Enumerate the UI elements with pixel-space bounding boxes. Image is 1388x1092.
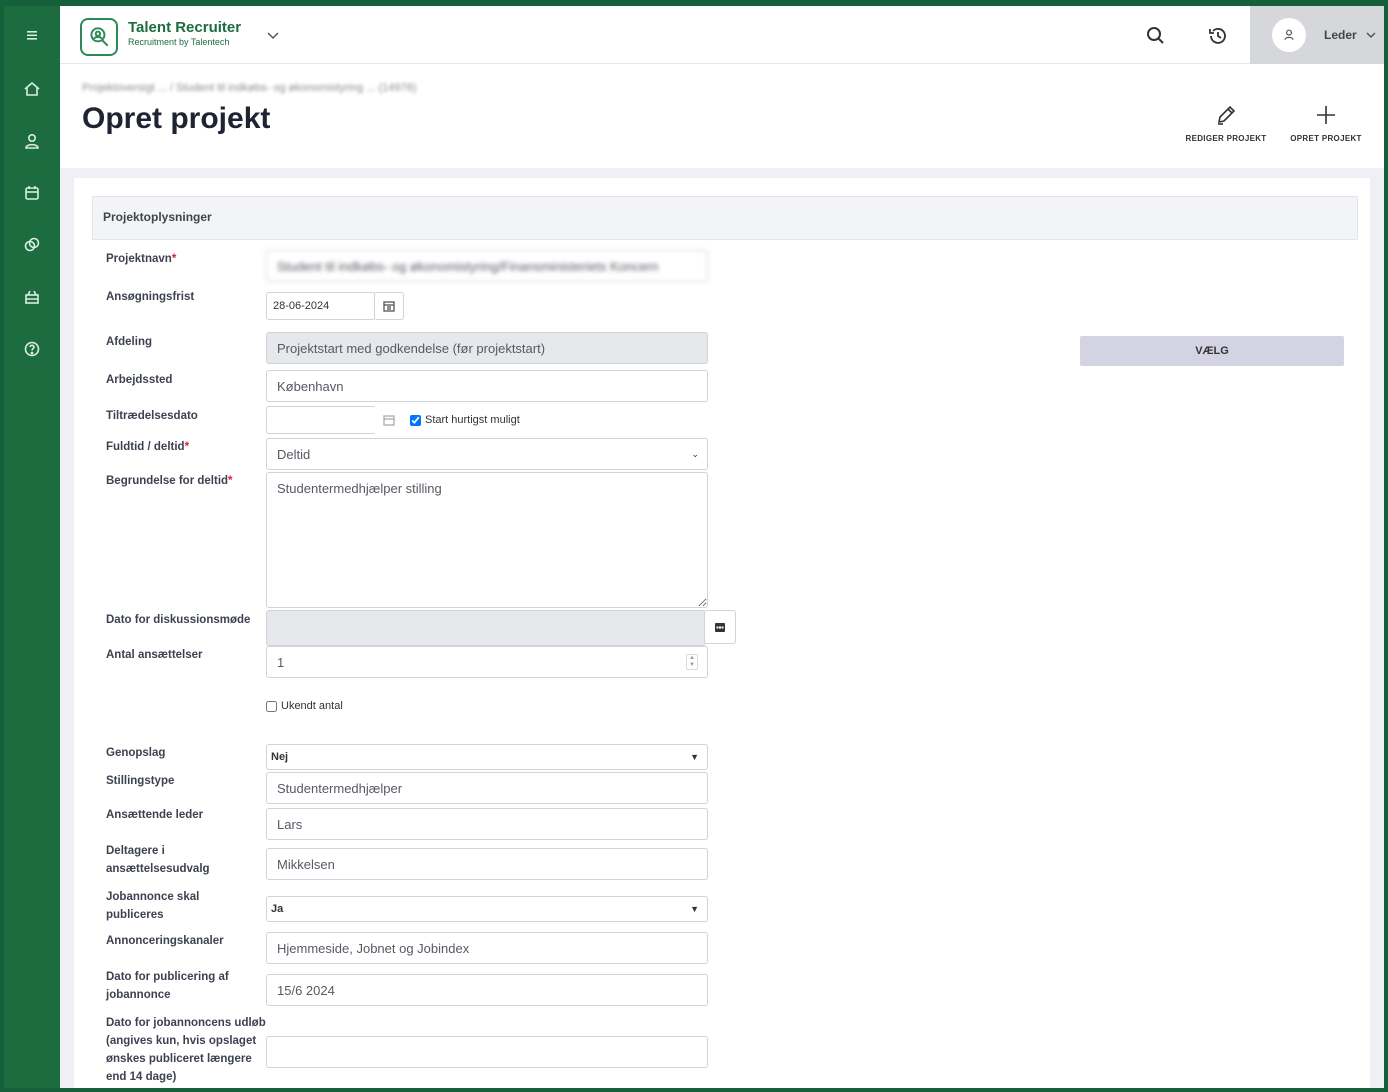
deadline-label: Ansøgningsfrist (106, 291, 195, 303)
user-icon[interactable] (4, 116, 60, 166)
chevron-down-icon (1366, 32, 1376, 39)
caret-down-icon: ▼ (690, 752, 699, 762)
history-icon[interactable] (1206, 24, 1230, 48)
time-type-value: Deltid (277, 446, 311, 462)
brand-name: Talent Recruiter (128, 19, 242, 36)
content-area: Projektoplysninger Projektnavn* Ansøgnin… (60, 168, 1384, 1088)
edit-project-label: REDIGER PROJEKT (1185, 134, 1267, 143)
workplace-input[interactable] (266, 370, 708, 402)
part-time-reason-textarea[interactable]: Studentermedhjælper stilling (266, 472, 708, 608)
hires-field-wrapper: ▲▼ (266, 646, 708, 678)
part-time-reason-label: Begrundelse for deltid* (106, 475, 233, 487)
sidebar (4, 6, 60, 1088)
publish-ad-label: Jobannonce skal publiceres (106, 891, 200, 921)
spinner-up-icon[interactable]: ▲ (689, 655, 695, 662)
repost-label: Genopslag (106, 747, 166, 759)
choose-department-button[interactable]: VÆLG (1080, 336, 1344, 366)
start-date-calendar-button[interactable] (374, 406, 404, 434)
app-main: Talent Recruiter Recruitment by Talentec… (60, 6, 1384, 1088)
meeting-date-calendar-button[interactable] (704, 610, 736, 644)
publish-date-label: Dato for publicering af jobannonce (106, 971, 229, 1001)
time-type-label: Fuldtid / deltid* (106, 441, 190, 453)
pencil-icon (1217, 105, 1236, 125)
expiry-date-input[interactable] (266, 1036, 708, 1068)
top-bar: Talent Recruiter Recruitment by Talentec… (60, 6, 1384, 64)
meeting-date-label: Dato for diskussionsmøde (106, 614, 251, 626)
edit-project-button[interactable]: REDIGER PROJEKT (1178, 102, 1274, 143)
calendar-icon (383, 415, 395, 426)
menu-icon[interactable] (4, 10, 60, 60)
start-asap-label: Start hurtigst muligt (425, 414, 520, 426)
avatar[interactable] (1272, 18, 1306, 52)
publish-ad-value: Ja (271, 903, 284, 915)
start-asap-checkbox[interactable] (410, 414, 421, 426)
project-name-input[interactable] (266, 250, 708, 282)
repost-value: Nej (271, 751, 289, 763)
hiring-manager-label: Ansættende leder (106, 809, 204, 821)
caret-down-icon: ▼ (690, 904, 699, 914)
expiry-date-label: Dato for jobannoncens udløb (angives kun… (106, 1017, 266, 1083)
unknown-count-label: Ukendt antal (281, 700, 343, 712)
committee-label: Deltagere i ansættelsesudvalg (106, 845, 210, 875)
spinner-down-icon[interactable]: ▼ (689, 662, 695, 669)
department-label: Afdeling (106, 336, 152, 348)
deadline-calendar-button[interactable] (374, 292, 404, 320)
chevron-down-icon: ⌄ (691, 448, 699, 459)
search-icon[interactable] (1144, 24, 1168, 48)
channels-input[interactable] (266, 932, 708, 964)
number-spinner[interactable]: ▲ ▼ (686, 654, 698, 670)
calendar-icon[interactable] (4, 168, 60, 218)
position-type-label: Stillingstype (106, 775, 175, 787)
breadcrumb[interactable]: Projektoversigt ... / Student til indkøb… (82, 82, 416, 94)
hires-input[interactable] (266, 646, 708, 678)
page-title: Opret projekt (82, 102, 271, 135)
user-menu[interactable]: Leder (1250, 6, 1384, 64)
meeting-date-input (266, 610, 706, 646)
inbox-icon[interactable] (4, 272, 60, 322)
section-title: Projektoplysninger (92, 196, 1358, 240)
department-input (266, 332, 708, 364)
time-type-select[interactable]: Deltid ⌄ (266, 438, 708, 470)
publish-ad-select[interactable]: Ja ▼ (266, 896, 708, 922)
repost-select[interactable]: Nej ▼ (266, 744, 708, 770)
user-name: Leder (1324, 28, 1357, 42)
calendar-icon (383, 301, 395, 312)
unknown-count-checkbox[interactable] (266, 700, 277, 712)
plus-icon (1317, 106, 1335, 124)
calendar-icon (715, 623, 725, 632)
start-asap-checkbox-row[interactable]: Start hurtigst muligt (410, 414, 520, 426)
create-project-button[interactable]: OPRET PROJEKT (1278, 102, 1374, 143)
copy-icon[interactable] (4, 220, 60, 270)
committee-input[interactable] (266, 848, 708, 880)
hiring-manager-input[interactable] (266, 808, 708, 840)
brand-subtitle: Recruitment by Talentech (128, 37, 230, 47)
hires-label: Antal ansættelser (106, 649, 203, 661)
project-form-card: Projektoplysninger Projektnavn* Ansøgnin… (74, 178, 1370, 1088)
help-icon[interactable] (4, 324, 60, 374)
start-date-label: Tiltrædelsesdato (106, 410, 198, 422)
unknown-count-checkbox-row[interactable]: Ukendt antal (266, 700, 343, 712)
publish-date-input[interactable] (266, 974, 708, 1006)
channels-label: Annonceringskanaler (106, 935, 224, 947)
user-avatar-icon (1284, 29, 1294, 40)
workplace-label: Arbejdssted (106, 374, 173, 386)
deadline-input[interactable] (266, 292, 376, 320)
start-date-input[interactable] (266, 406, 376, 434)
project-name-label: Projektnavn* (106, 253, 177, 265)
talent-recruiter-logo-icon[interactable] (80, 18, 118, 56)
create-project-label: OPRET PROJEKT (1290, 134, 1362, 143)
chevron-down-icon[interactable] (264, 26, 282, 44)
position-type-input[interactable] (266, 772, 708, 804)
home-icon[interactable] (4, 64, 60, 114)
